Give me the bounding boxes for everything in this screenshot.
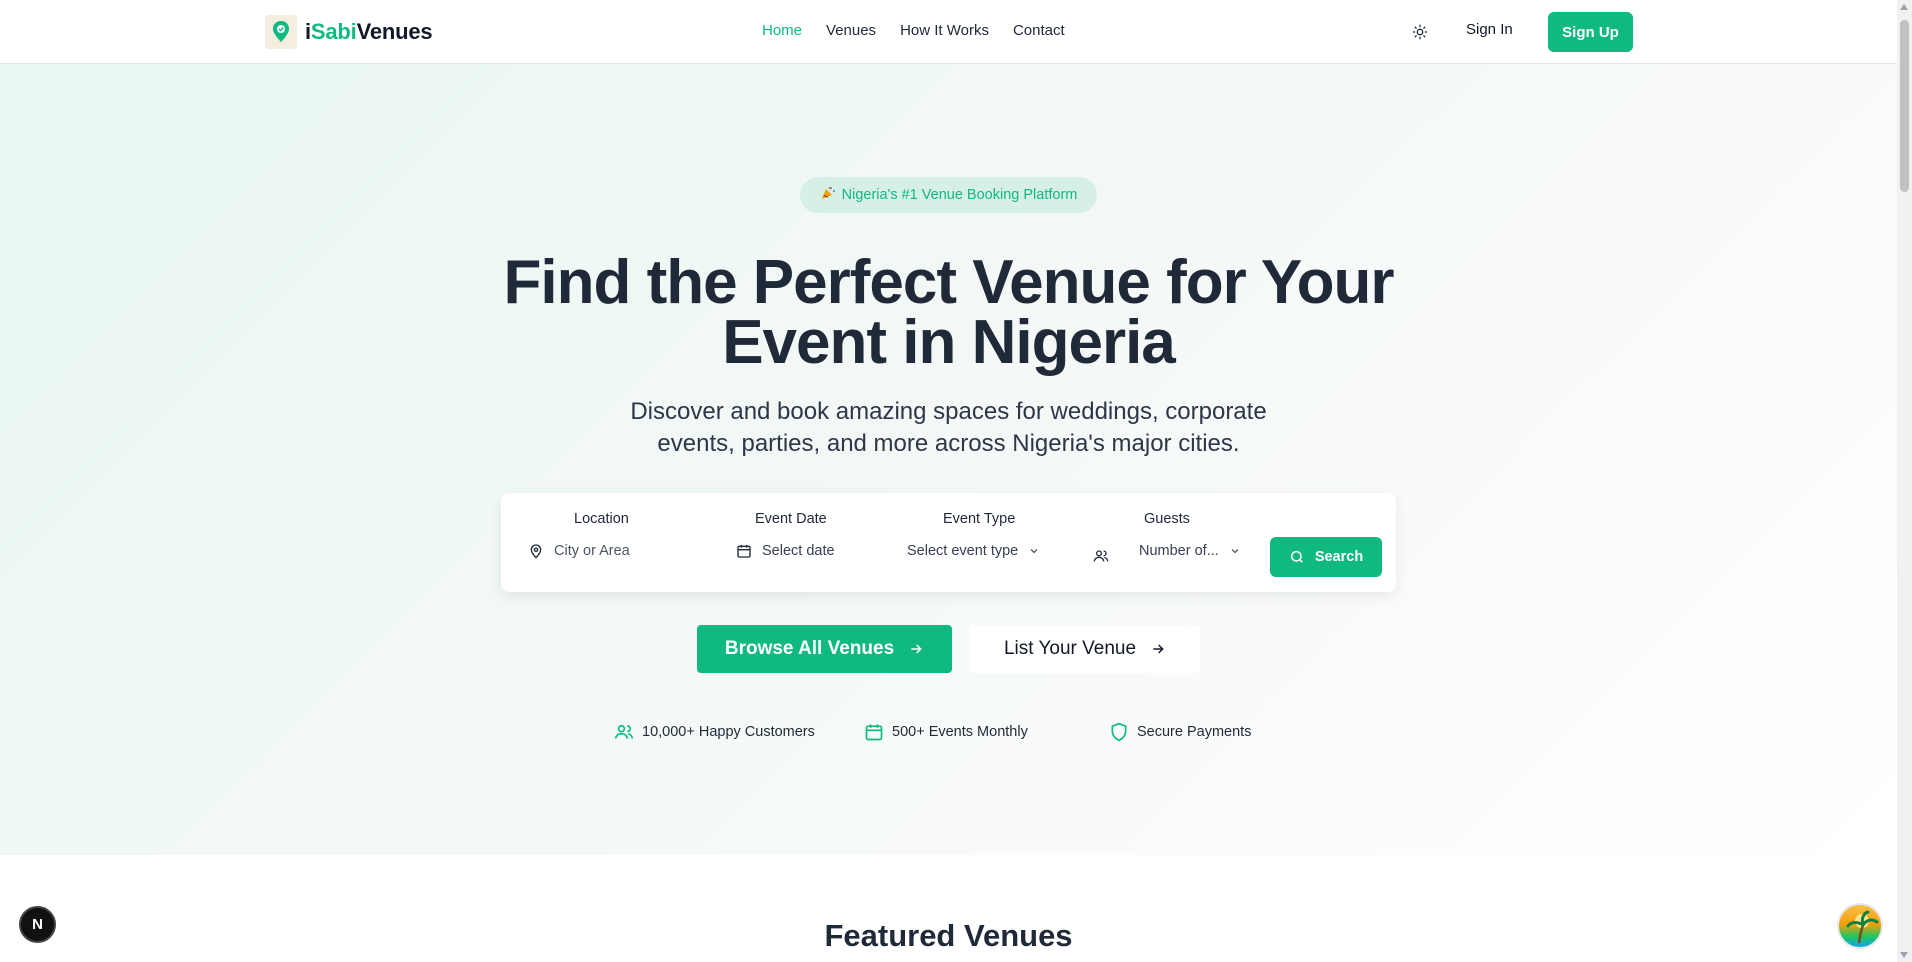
guests-value: Number of... xyxy=(1139,543,1219,559)
event-date-placeholder: Select date xyxy=(762,543,835,559)
main-nav: Home Venues How It Works Contact xyxy=(762,22,1065,39)
nav-venues[interactable]: Venues xyxy=(826,22,876,39)
guests-label: Guests xyxy=(1144,511,1190,527)
stat-payments-label: Secure Payments xyxy=(1137,724,1252,740)
search-card: Location City or Area Event Date Select … xyxy=(501,493,1396,592)
list-venue-button[interactable]: List Your Venue xyxy=(970,625,1200,673)
scroll-thumb[interactable] xyxy=(1900,20,1909,192)
shield-icon xyxy=(1111,722,1127,742)
arrow-right-icon xyxy=(911,644,922,654)
map-pin-logo-icon xyxy=(265,15,297,49)
platform-badge: Nigeria's #1 Venue Booking Platform xyxy=(800,177,1097,213)
vertical-scrollbar[interactable] xyxy=(1897,0,1912,962)
event-type-label: Event Type xyxy=(943,511,1016,527)
search-button[interactable]: Search xyxy=(1270,537,1382,577)
hero-subtitle-line-2: events, parties, and more across Nigeria… xyxy=(657,430,1240,457)
chevron-down-icon xyxy=(1231,549,1239,554)
users-icon xyxy=(1093,550,1109,562)
browse-venues-button[interactable]: Browse All Venues xyxy=(697,625,952,673)
location-input[interactable]: City or Area xyxy=(528,543,630,559)
chevron-down-icon xyxy=(1030,549,1038,554)
theme-toggle-button[interactable] xyxy=(1405,20,1435,44)
map-pin-icon xyxy=(530,544,542,559)
hero-title-line-1: Find the Perfect Venue for Your xyxy=(503,248,1395,317)
brand-name: iSabiVenues xyxy=(305,19,433,44)
users-icon xyxy=(614,724,634,739)
list-venue-label: List Your Venue xyxy=(1003,638,1137,659)
guests-select[interactable]: Number of... xyxy=(1139,543,1241,559)
stat-payments: Secure Payments xyxy=(1109,722,1251,742)
logo[interactable]: iSabiVenues xyxy=(265,15,433,49)
party-popper-icon xyxy=(820,185,836,205)
event-date-picker[interactable]: Select date xyxy=(736,543,835,559)
browse-venues-label: Browse All Venues xyxy=(724,638,895,659)
stat-events: 500+ Events Monthly xyxy=(864,722,1028,742)
hero-subtitle-line-1: Discover and book amazing spaces for wed… xyxy=(630,398,1267,425)
nav-contact[interactable]: Contact xyxy=(1013,22,1065,39)
featured-venues-heading: Featured Venues xyxy=(824,918,1073,953)
scroll-up-arrow[interactable] xyxy=(1900,4,1908,10)
sign-up-button[interactable]: Sign Up xyxy=(1548,12,1633,52)
event-date-label: Event Date xyxy=(755,511,827,527)
scroll-down-arrow[interactable] xyxy=(1900,952,1908,958)
stat-customers: 10,000+ Happy Customers xyxy=(614,722,815,742)
calendar-icon xyxy=(737,545,751,558)
nav-home[interactable]: Home xyxy=(762,22,802,39)
chat-assistant-button[interactable] xyxy=(1837,903,1883,949)
nextjs-dev-badge[interactable]: N xyxy=(19,906,56,943)
location-placeholder: City or Area xyxy=(554,543,630,559)
search-button-label: Search xyxy=(1314,549,1364,565)
calendar-icon xyxy=(865,724,883,741)
event-type-select[interactable]: Select event type xyxy=(907,543,1040,559)
arrow-right-icon xyxy=(1153,644,1164,654)
hero-title-line-2: Event in Nigeria xyxy=(722,308,1176,377)
sun-icon xyxy=(1412,24,1428,40)
badge-text: Nigeria's #1 Venue Booking Platform xyxy=(841,187,1078,203)
stat-events-label: 500+ Events Monthly xyxy=(892,724,1028,740)
event-type-value: Select event type xyxy=(907,543,1019,559)
sign-in-button[interactable]: Sign In xyxy=(1466,21,1513,38)
search-icon xyxy=(1290,550,1303,563)
location-label: Location xyxy=(574,511,629,527)
stat-customers-label: 10,000+ Happy Customers xyxy=(642,724,815,740)
site-header: iSabiVenues Home Venues How It Works Con… xyxy=(0,0,1897,64)
nav-how-it-works[interactable]: How It Works xyxy=(900,22,989,39)
